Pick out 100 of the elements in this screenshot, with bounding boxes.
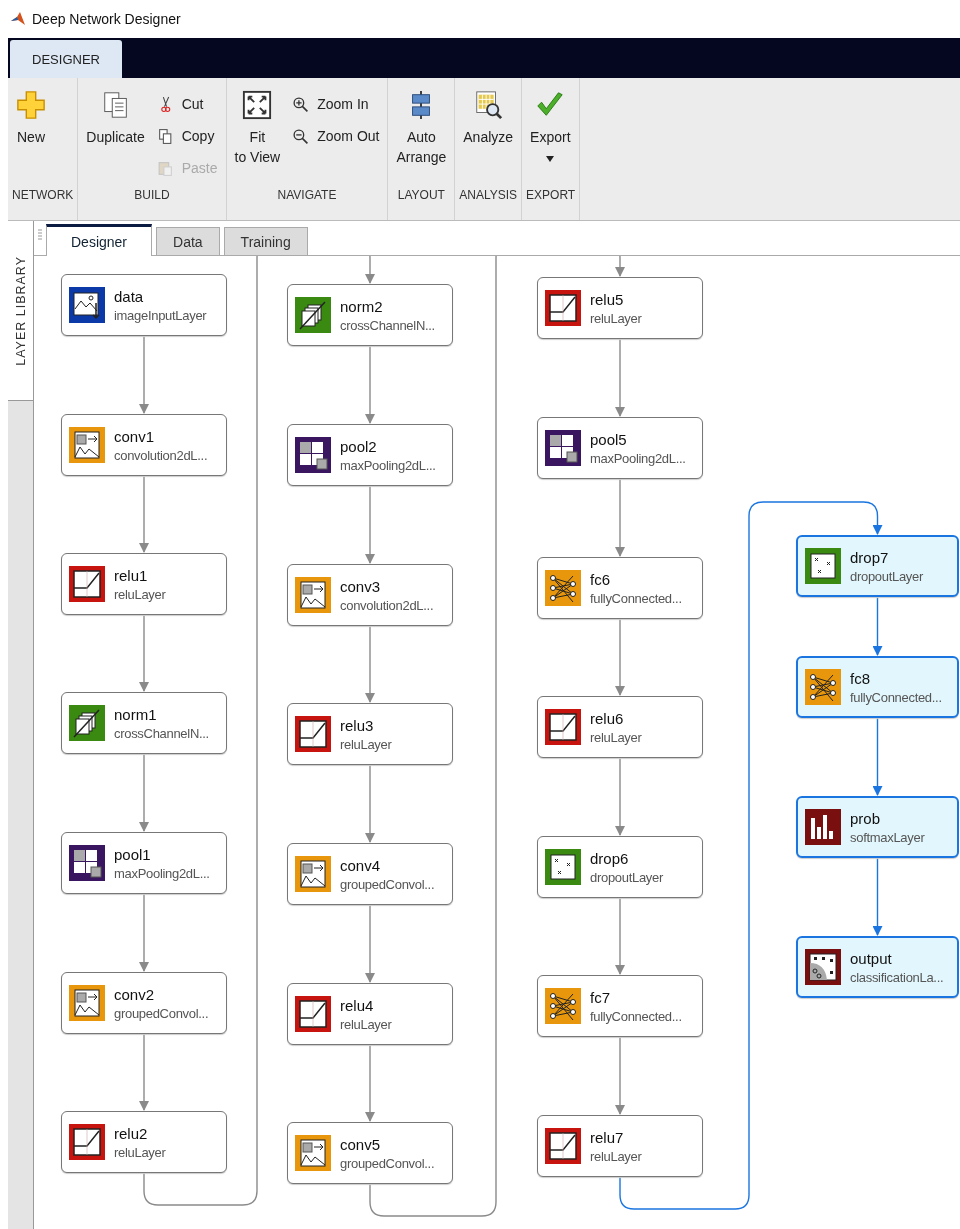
layer-node[interactable]: pool2 maxPooling2dL... bbox=[287, 424, 453, 486]
network-graph-icon bbox=[545, 570, 581, 606]
layer-node[interactable]: relu2 reluLayer bbox=[61, 1111, 227, 1173]
layer-node[interactable]: conv5 groupedConvol... bbox=[287, 1122, 453, 1184]
document-tab[interactable]: Data bbox=[156, 227, 220, 255]
layer-node[interactable]: norm2 crossChannelN... bbox=[287, 284, 453, 346]
ribbon-button[interactable]: Export bbox=[526, 88, 575, 184]
layer-name: relu4 bbox=[340, 996, 375, 1014]
ribbon-button[interactable]: Duplicate bbox=[82, 88, 149, 184]
layer-name: conv4 bbox=[340, 856, 382, 874]
fit-view-icon bbox=[242, 90, 273, 120]
ribbon-button[interactable]: New bbox=[12, 88, 50, 184]
layer-name: conv1 bbox=[114, 427, 156, 445]
app-logo-icon bbox=[10, 11, 26, 27]
layer-type: convolution2dL... bbox=[340, 597, 434, 613]
layer-type: imageInputLayer bbox=[114, 307, 207, 323]
ribbon-button[interactable]: Zoom Out bbox=[288, 120, 384, 152]
layer-node[interactable]: relu5 reluLayer bbox=[537, 277, 703, 339]
layer-name: norm1 bbox=[114, 705, 158, 723]
layer-type: reluLayer bbox=[340, 736, 392, 752]
layer-node[interactable]: relu4 reluLayer bbox=[287, 983, 453, 1045]
document-tab[interactable]: Designer bbox=[46, 224, 153, 256]
layer-type: fullyConnected... bbox=[850, 689, 942, 705]
layer-node[interactable]: output classificationLa... bbox=[796, 936, 959, 998]
layer-name: relu2 bbox=[114, 1124, 149, 1142]
section-label: BUILD bbox=[133, 188, 171, 204]
layer-type: fullyConnected... bbox=[590, 1008, 682, 1024]
layer-node[interactable]: pool5 maxPooling2dL... bbox=[537, 417, 703, 479]
pooling-grid-icon bbox=[295, 437, 331, 473]
layer-type: reluLayer bbox=[114, 586, 166, 602]
layer-name: pool2 bbox=[340, 437, 378, 455]
side-panel-tab[interactable]: LAYER LIBRARY bbox=[8, 221, 33, 401]
ribbon-button[interactable]: Analyze bbox=[459, 88, 518, 184]
layer-node[interactable]: conv1 convolution2dL... bbox=[61, 414, 227, 476]
grip-icon[interactable] bbox=[38, 229, 42, 241]
normalization-icon bbox=[295, 297, 331, 333]
ribbon-tab[interactable]: DESIGNER bbox=[10, 40, 122, 78]
window-title: Deep Network Designer bbox=[32, 11, 181, 27]
layer-name: fc7 bbox=[590, 988, 611, 1006]
document-tab[interactable]: Training bbox=[223, 227, 308, 255]
layer-type: maxPooling2dL... bbox=[590, 450, 686, 466]
layer-type: groupedConvol... bbox=[340, 876, 435, 892]
layer-node[interactable]: relu7 reluLayer bbox=[537, 1115, 703, 1177]
relu-graph-icon bbox=[295, 716, 331, 752]
layer-type: reluLayer bbox=[590, 310, 642, 326]
layer-type: softmaxLayer bbox=[850, 829, 925, 845]
normalization-icon bbox=[69, 705, 105, 741]
layer-node[interactable]: data imageInputLayer bbox=[61, 274, 227, 336]
relu-graph-icon bbox=[69, 566, 105, 602]
layer-node[interactable]: fc7 fullyConnected... bbox=[537, 975, 703, 1037]
zoom-out-icon bbox=[292, 127, 310, 145]
layer-node[interactable]: drop6 dropoutLayer bbox=[537, 836, 703, 898]
layer-type: dropoutLayer bbox=[590, 869, 663, 885]
layer-node[interactable]: fc8 fullyConnected... bbox=[796, 656, 959, 718]
layer-node[interactable]: conv2 groupedConvol... bbox=[61, 972, 227, 1034]
convolution-icon bbox=[295, 1135, 331, 1171]
layer-name: output bbox=[850, 949, 893, 967]
layer-node[interactable]: pool1 maxPooling2dL... bbox=[61, 832, 227, 894]
layer-node[interactable]: relu3 reluLayer bbox=[287, 703, 453, 765]
section-label: NAVIGATE bbox=[276, 188, 338, 204]
section-label: ANALYSIS bbox=[459, 188, 518, 204]
ribbon-button[interactable]: Cut bbox=[152, 88, 222, 120]
layer-type: convolution2dL... bbox=[114, 447, 208, 463]
layer-node[interactable]: conv4 groupedConvol... bbox=[287, 843, 453, 905]
bar-chart-icon bbox=[805, 809, 841, 845]
layer-type: maxPooling2dL... bbox=[114, 865, 210, 881]
layer-node[interactable]: drop7 dropoutLayer bbox=[796, 535, 959, 597]
pooling-grid-icon bbox=[545, 430, 581, 466]
ribbon-button[interactable]: Auto Arrange bbox=[392, 88, 451, 184]
layer-type: reluLayer bbox=[590, 1148, 642, 1164]
layer-node[interactable]: norm1 crossChannelN... bbox=[61, 692, 227, 754]
convolution-icon bbox=[69, 985, 105, 1021]
paste-icon bbox=[156, 159, 174, 177]
network-graph-icon bbox=[545, 988, 581, 1024]
ribbon-button[interactable]: Fit to View bbox=[230, 88, 285, 184]
layer-name: relu6 bbox=[590, 709, 625, 727]
dropout-icon bbox=[805, 548, 841, 584]
layer-node[interactable]: relu1 reluLayer bbox=[61, 553, 227, 615]
section-label: EXPORT bbox=[526, 188, 576, 204]
relu-graph-icon bbox=[69, 1124, 105, 1160]
image-input-icon bbox=[69, 287, 105, 323]
layer-name: conv2 bbox=[114, 985, 156, 1003]
layer-type: dropoutLayer bbox=[850, 568, 923, 584]
layer-name: conv5 bbox=[340, 1135, 382, 1153]
convolution-icon bbox=[295, 856, 331, 892]
layer-node[interactable]: relu6 reluLayer bbox=[537, 696, 703, 758]
pooling-grid-icon bbox=[69, 845, 105, 881]
relu-graph-icon bbox=[545, 1128, 581, 1164]
ribbon-button[interactable]: Copy bbox=[152, 120, 222, 152]
layer-node[interactable]: conv3 convolution2dL... bbox=[287, 564, 453, 626]
ribbon-button[interactable]: Zoom In bbox=[288, 88, 384, 120]
layer-node[interactable]: prob softmaxLayer bbox=[796, 796, 959, 858]
zoom-in-icon bbox=[292, 95, 310, 113]
layer-name: pool1 bbox=[114, 845, 152, 863]
layer-node[interactable]: fc6 fullyConnected... bbox=[537, 557, 703, 619]
layer-name: conv3 bbox=[340, 577, 382, 595]
convolution-icon bbox=[295, 577, 331, 613]
layer-name: relu1 bbox=[114, 566, 149, 584]
layer-type: reluLayer bbox=[340, 1016, 392, 1032]
section-label: NETWORK bbox=[12, 188, 74, 204]
